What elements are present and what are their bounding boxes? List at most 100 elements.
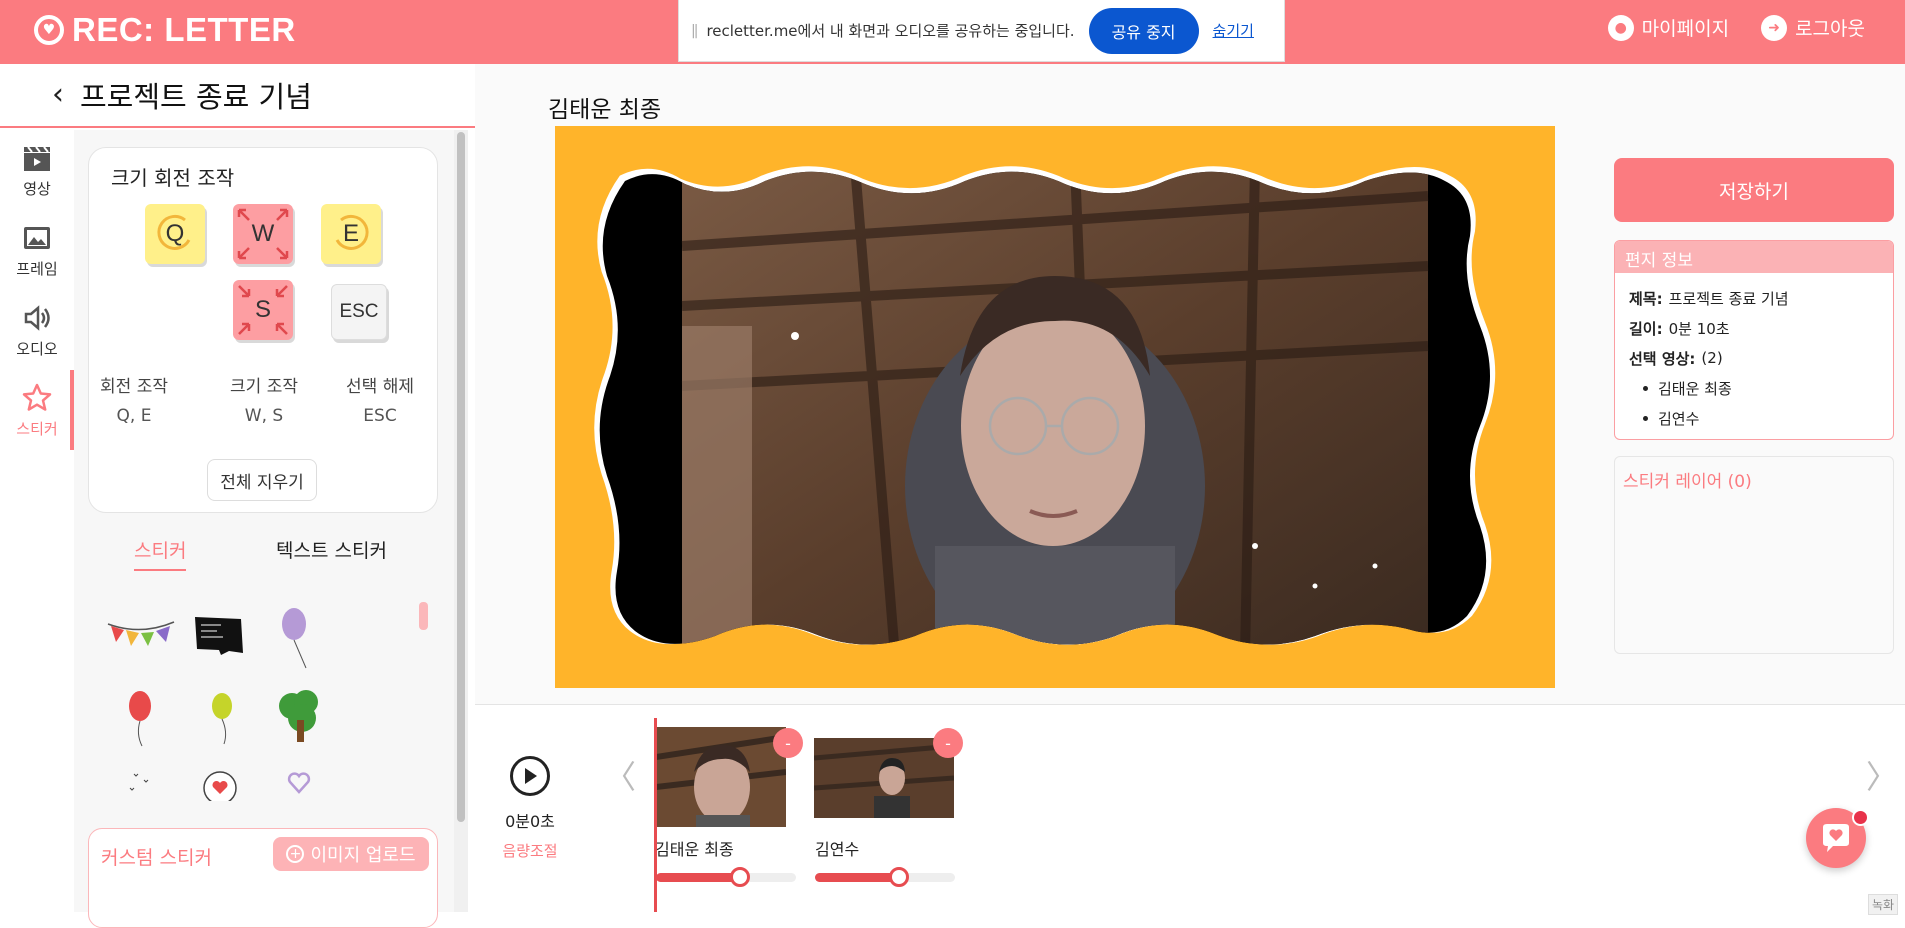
sidebar-item-video[interactable]: 영상 [0, 130, 74, 210]
control-group-value: Q, E [116, 406, 152, 426]
clip-volume-slider[interactable] [656, 867, 796, 887]
control-group-value: W, S [244, 406, 284, 426]
clip-item[interactable] [814, 738, 954, 818]
panel-scrollbar[interactable] [454, 130, 468, 912]
sticker-grid-scrollbar[interactable] [419, 602, 428, 630]
hearts-sticker[interactable] [126, 768, 156, 798]
video-frame[interactable] [555, 126, 1555, 688]
sticker-tabs: 스티커 텍스트 스티커 [88, 536, 438, 572]
control-group-label: 회전 조작 [100, 377, 168, 397]
logout-link[interactable]: ➜ 로그아웃 [1761, 14, 1865, 41]
green-balloon-sticker[interactable] [206, 690, 240, 750]
sticker-grid [88, 598, 438, 801]
back-arrow-icon[interactable]: ‹ [52, 80, 64, 110]
editor-sidebar: 영상 프레임 오디오 스티커 [0, 130, 74, 912]
chalkboard-sticker[interactable] [191, 613, 247, 657]
sticker-layer-card: 스티커 레이어 (0) [1614, 456, 1894, 654]
purple-heart-sticker[interactable] [284, 768, 314, 798]
list-item: 김연수 [1629, 403, 1879, 433]
speaker-icon [21, 302, 53, 334]
sidebar-item-label: 영상 [23, 179, 51, 198]
length-label: 길이: [1629, 319, 1663, 338]
key-w: W [233, 204, 293, 264]
save-button[interactable]: 저장하기 [1614, 158, 1894, 222]
clapperboard-icon [21, 142, 53, 174]
user-icon: ● [1607, 14, 1634, 41]
play-icon[interactable] [510, 756, 550, 796]
clip-thumbnail[interactable] [814, 738, 954, 818]
playback-controls: 0분0초 음량조절 [490, 756, 570, 861]
bunting-sticker[interactable] [106, 616, 176, 658]
volume-control-link[interactable]: 음량조절 [490, 840, 570, 861]
clip-volume-knob[interactable] [889, 867, 909, 887]
key-e: E [321, 204, 381, 264]
subject-value: 프로젝트 종료 기념 [1668, 289, 1789, 308]
notification-badge [1852, 809, 1869, 826]
sidebar-item-sticker[interactable]: 스티커 [0, 370, 74, 450]
plus-circle-icon: + [286, 845, 305, 863]
clip-volume-slider[interactable] [815, 867, 955, 887]
clip-item[interactable] [656, 727, 786, 827]
red-balloon-sticker[interactable] [124, 688, 158, 748]
sticker-layer-title: 스티커 레이어 (0) [1623, 472, 1752, 492]
drag-handle-icon[interactable]: || [691, 23, 699, 39]
stop-sharing-button[interactable]: 공유 중지 [1088, 7, 1199, 54]
sidebar-item-label: 오디오 [16, 339, 58, 358]
video-preview [594, 166, 1496, 645]
clip-thumbnail[interactable] [656, 727, 786, 827]
tab-text-sticker[interactable]: 텍스트 스티커 [276, 536, 387, 563]
project-title: 프로젝트 종료 기념 [80, 80, 312, 114]
upload-label: 이미지 업로드 [310, 845, 416, 866]
timeline-prev-icon[interactable]: 〈 [604, 752, 636, 798]
key-esc: ESC [331, 284, 387, 340]
letter-info-card: 편지 정보 제목: 프로젝트 종료 기념 길이: 0분 10초 선택 영상: (2) … [1614, 240, 1894, 440]
subject-label: 제목: [1629, 289, 1663, 308]
control-group-value: ESC [363, 406, 397, 426]
custom-sticker-card: 커스텀 스티커 + 이미지 업로드 [88, 828, 438, 928]
key-q-label: Q [165, 220, 185, 247]
top-header: ♥ REC: LETTER || recletter.me에서 내 화면과 오디… [0, 0, 1905, 64]
selected-video-name: 김태운 최종 [1658, 379, 1732, 398]
share-message: recletter.me에서 내 화면과 오디오를 공유하는 중입니다. [706, 22, 1075, 40]
logo-text: REC: LETTER [72, 11, 296, 48]
clear-all-button[interactable]: 전체 지우기 [207, 459, 317, 501]
sidebar-item-label: 스티커 [16, 419, 58, 438]
heart-bubble-sticker[interactable] [200, 770, 240, 801]
sidebar-item-frame[interactable]: 프레임 [0, 210, 74, 290]
mypage-link[interactable]: ● 마이페이지 [1607, 14, 1729, 41]
project-title-bar: ‹ 프로젝트 종료 기념 [0, 64, 475, 128]
key-esc-label: ESC [339, 301, 379, 322]
clip-volume-fill [656, 873, 740, 882]
star-icon [21, 382, 53, 414]
logo[interactable]: ♥ REC: LETTER [34, 10, 296, 50]
playback-time: 0분0초 [505, 812, 555, 831]
tree-sticker[interactable] [272, 686, 328, 746]
custom-sticker-title: 커스텀 스티커 [101, 847, 212, 869]
playhead[interactable] [654, 718, 657, 912]
screen-share-bar: || recletter.me에서 내 화면과 오디오를 공유하는 중입니다. … [678, 0, 1285, 62]
key-s: S [233, 280, 293, 340]
logout-label: 로그아웃 [1795, 18, 1865, 40]
clip-volume-knob[interactable] [730, 867, 750, 887]
heart-logo-icon: ♥ [34, 15, 64, 45]
chat-heart-icon [1823, 824, 1849, 852]
remove-clip-button[interactable]: - [933, 728, 963, 758]
hide-share-bar-link[interactable]: 숨기기 [1213, 20, 1254, 41]
key-e-label: E [342, 220, 359, 247]
purple-balloon-sticker[interactable] [276, 604, 316, 670]
header-nav: ● 마이페이지 ➜ 로그아웃 [1607, 14, 1865, 41]
sticker-controls-card: 크기 회전 조작 Q W E S ESC 회전 조작 Q, E 크기 조작 W,… [88, 147, 438, 513]
logout-icon: ➜ [1761, 14, 1788, 41]
control-group-label: 선택 해제 [346, 377, 414, 397]
scrollbar-thumb[interactable] [457, 132, 465, 822]
clip-name: 김연수 [815, 840, 860, 859]
tab-sticker[interactable]: 스티커 [134, 536, 187, 571]
letter-info-title: 편지 정보 [1615, 241, 1893, 273]
sidebar-item-label: 프레임 [16, 259, 58, 278]
control-group-label: 크기 조작 [230, 377, 298, 397]
image-upload-button[interactable]: + 이미지 업로드 [273, 837, 429, 871]
remove-clip-button[interactable]: - [773, 728, 803, 758]
key-q: Q [145, 204, 205, 264]
timeline-next-icon[interactable]: 〉 [1866, 752, 1898, 798]
sidebar-item-audio[interactable]: 오디오 [0, 290, 74, 370]
